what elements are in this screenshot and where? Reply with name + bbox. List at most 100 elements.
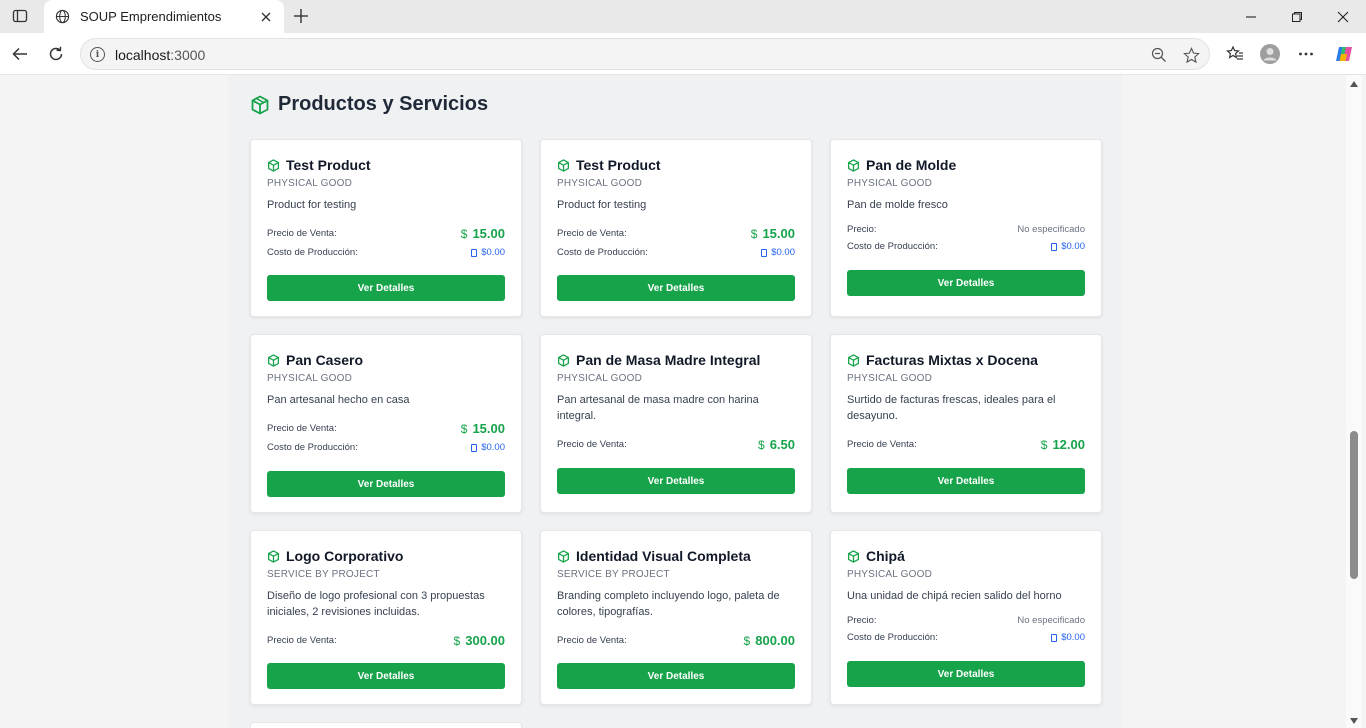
browser-tab-bar: SOUP Emprendimientos [0, 0, 1366, 33]
product-name: Identidad Visual Completa [576, 548, 751, 564]
view-details-button[interactable]: Ver Detalles [847, 468, 1085, 494]
browser-toolbar: i localhost:3000 [0, 33, 1366, 75]
product-name: Pan Casero [286, 352, 364, 368]
box-icon [267, 353, 280, 367]
product-card-partial [250, 722, 522, 728]
product-type: SERVICE BY PROJECT [557, 569, 670, 580]
product-name: Pan de Masa Madre Integral [576, 352, 761, 368]
copilot-icon[interactable] [1330, 41, 1358, 67]
box-icon [557, 158, 570, 172]
receipt-icon [1051, 633, 1058, 642]
product-name: Logo Corporativo [286, 548, 404, 564]
product-card: Pan de Molde PHYSICAL GOOD Pan de molde … [830, 139, 1102, 317]
minimize-icon[interactable] [1228, 0, 1274, 33]
production-cost-label: Costo de Producción: [847, 241, 938, 252]
vertical-scrollbar[interactable] [1346, 75, 1362, 728]
sale-price: $12.00 [1040, 437, 1085, 452]
product-card: Logo Corporativo SERVICE BY PROJECT Dise… [250, 530, 522, 705]
zoom-out-icon[interactable] [1149, 45, 1169, 65]
close-window-icon[interactable] [1320, 0, 1366, 33]
production-cost: $0.00 [471, 442, 505, 453]
view-details-button[interactable]: Ver Detalles [267, 275, 505, 301]
product-card: Pan de Masa Madre Integral PHYSICAL GOOD… [540, 334, 812, 513]
product-name: Test Product [286, 157, 371, 173]
product-description: Diseño de logo profesional con 3 propues… [267, 590, 485, 618]
scroll-up-icon[interactable] [1350, 81, 1358, 87]
main-content: Productos y Servicios Test Product PHYSI… [228, 75, 1122, 728]
price-label: Precio: [847, 615, 877, 626]
product-type: PHYSICAL GOOD [557, 373, 643, 384]
site-info-icon[interactable]: i [90, 47, 105, 62]
profile-avatar-icon[interactable] [1256, 41, 1284, 67]
refresh-icon[interactable] [42, 41, 70, 67]
new-tab-icon[interactable] [290, 5, 312, 27]
view-details-button[interactable]: Ver Detalles [267, 471, 505, 497]
product-type: PHYSICAL GOOD [847, 178, 933, 189]
sale-price-label: Precio de Venta: [557, 635, 627, 646]
receipt-icon [471, 443, 478, 452]
product-type: PHYSICAL GOOD [557, 178, 643, 189]
production-cost-label: Costo de Producción: [557, 247, 648, 258]
globe-icon [54, 9, 70, 25]
view-details-button[interactable]: Ver Detalles [847, 270, 1085, 296]
sale-price-label: Precio de Venta: [267, 635, 337, 646]
url-text: localhost:3000 [115, 47, 206, 63]
favorite-star-icon[interactable] [1181, 45, 1201, 65]
receipt-icon [1051, 242, 1058, 251]
sale-price-label: Precio de Venta: [557, 439, 627, 450]
back-icon[interactable] [6, 41, 34, 67]
scrollbar-thumb[interactable] [1350, 431, 1358, 579]
production-cost: $0.00 [1051, 632, 1085, 643]
scroll-down-icon[interactable] [1350, 718, 1358, 724]
restore-icon[interactable] [1274, 0, 1320, 33]
sale-price-label: Precio de Venta: [557, 228, 627, 239]
product-name: Facturas Mixtas x Docena [866, 352, 1038, 368]
sale-price-label: Precio de Venta: [847, 439, 917, 450]
production-cost: $0.00 [1051, 241, 1085, 252]
production-cost: $0.00 [471, 247, 505, 258]
view-details-button[interactable]: Ver Detalles [847, 661, 1085, 687]
product-card: Chipá PHYSICAL GOOD Una unidad de chipá … [830, 530, 1102, 705]
product-name: Chipá [866, 548, 905, 564]
more-options-icon[interactable] [1292, 41, 1320, 67]
sale-price: $15.00 [750, 226, 795, 241]
production-cost: $0.00 [761, 247, 795, 258]
product-name: Test Product [576, 157, 661, 173]
box-icon [557, 549, 570, 563]
view-details-button[interactable]: Ver Detalles [557, 663, 795, 689]
product-description: Product for testing [557, 199, 647, 211]
close-tab-icon[interactable] [258, 9, 274, 25]
box-icon [847, 549, 860, 563]
view-details-button[interactable]: Ver Detalles [557, 468, 795, 494]
sale-price: $800.00 [743, 633, 795, 648]
product-type: PHYSICAL GOOD [267, 178, 353, 189]
product-card: Identidad Visual Completa SERVICE BY PRO… [540, 530, 812, 705]
product-card: Pan Casero PHYSICAL GOOD Pan artesanal h… [250, 334, 522, 513]
receipt-icon [761, 248, 768, 257]
sale-price: $15.00 [460, 421, 505, 436]
tab-actions-icon[interactable] [8, 5, 32, 27]
browser-tab-active[interactable]: SOUP Emprendimientos [44, 0, 284, 33]
section-header: Productos y Servicios [250, 93, 488, 116]
product-card: Facturas Mixtas x Docena PHYSICAL GOOD S… [830, 334, 1102, 513]
price-label: Precio: [847, 224, 877, 235]
view-details-button[interactable]: Ver Detalles [557, 275, 795, 301]
page-left-margin [4, 75, 228, 728]
product-description: Pan artesanal hecho en casa [267, 394, 410, 406]
address-bar[interactable]: i localhost:3000 [80, 38, 1210, 70]
section-title: Productos y Servicios [278, 93, 489, 115]
view-details-button[interactable]: Ver Detalles [267, 663, 505, 689]
box-icon [267, 158, 280, 172]
product-type: SERVICE BY PROJECT [267, 569, 380, 580]
box-icon [847, 353, 860, 367]
box-icon [847, 158, 860, 172]
production-cost-label: Costo de Producción: [267, 442, 358, 453]
price-not-specified: No especificado [1017, 615, 1085, 626]
page-viewport: Productos y Servicios Test Product PHYSI… [0, 75, 1366, 728]
sale-price-label: Precio de Venta: [267, 228, 337, 239]
product-description: Pan artesanal de masa madre con harina i… [557, 394, 759, 422]
favorites-icon[interactable] [1221, 41, 1249, 67]
product-description: Surtido de facturas frescas, ideales par… [847, 394, 1056, 422]
production-cost-label: Costo de Producción: [847, 632, 938, 643]
product-type: PHYSICAL GOOD [267, 373, 353, 384]
